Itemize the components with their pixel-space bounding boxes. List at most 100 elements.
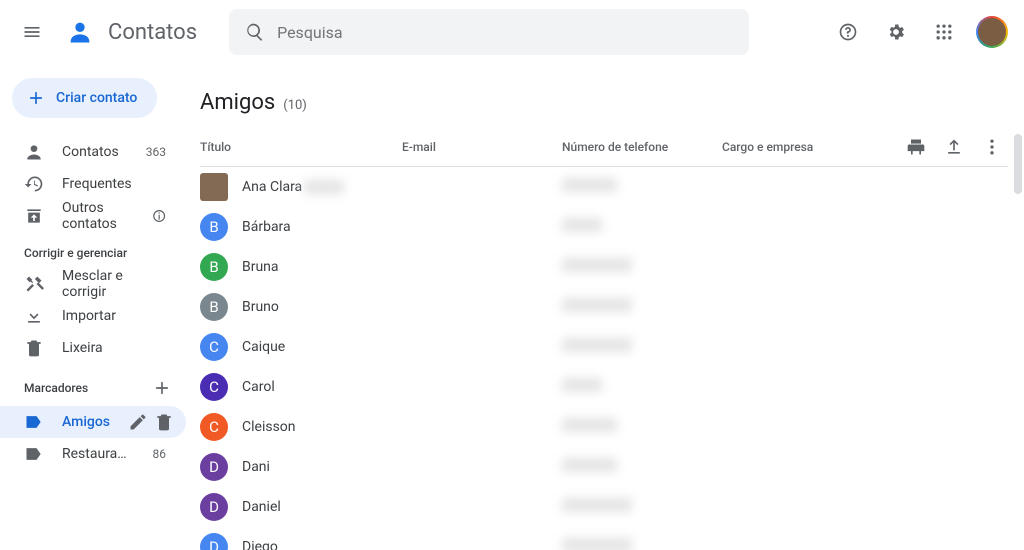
list-title: Amigos (10) — [200, 64, 1008, 127]
search-icon — [245, 22, 265, 42]
contact-row[interactable]: B Bruna — [200, 247, 1008, 287]
app-logo — [60, 12, 100, 52]
contacts-logo-icon — [66, 18, 94, 46]
sidebar-item-other[interactable]: Outros contatos — [0, 200, 186, 232]
contact-row[interactable]: Ana Clara — [200, 167, 1008, 207]
sidebar-item-label: Mesclar e corrigir — [62, 268, 166, 300]
info-icon[interactable] — [152, 206, 166, 226]
list-title-text: Amigos — [200, 90, 275, 115]
sidebar-item-label: Frequentes — [62, 176, 132, 192]
create-contact-button[interactable]: Criar contato — [12, 78, 157, 118]
sidebar-item-trash[interactable]: Lixeira — [0, 332, 186, 364]
contact-list: Ana ClaraBBárbaraBBrunaBBrunoCCaiqueCCar… — [200, 167, 1008, 550]
contact-avatar: C — [200, 333, 228, 361]
sidebar-item-import[interactable]: Importar — [0, 300, 186, 332]
sidebar-label-restored[interactable]: Restaurados a parti... 86 — [0, 438, 186, 470]
more-button[interactable] — [982, 137, 1002, 157]
scrollbar[interactable] — [1014, 134, 1022, 550]
contact-row[interactable]: D Dani — [200, 447, 1008, 487]
contact-row[interactable]: B Bruno — [200, 287, 1008, 327]
sidebar-section-fix: Corrigir e gerenciar — [0, 232, 196, 268]
contact-avatar: D — [200, 533, 228, 550]
redacted-phone — [562, 258, 632, 272]
list-count: (10) — [283, 98, 307, 113]
redacted-phone — [562, 458, 617, 472]
contact-avatar: B — [200, 253, 228, 281]
contact-avatar: B — [200, 213, 228, 241]
contact-row[interactable]: D Daniel — [200, 487, 1008, 527]
sidebar-item-label: Lixeira — [62, 340, 103, 356]
sidebar-item-merge[interactable]: Mesclar e corrigir — [0, 268, 186, 300]
redacted-text — [304, 180, 344, 194]
settings-button[interactable] — [876, 12, 916, 52]
redacted-phone — [562, 418, 617, 432]
archive-icon — [24, 206, 44, 226]
sidebar-label-amigos[interactable]: Amigos — [0, 406, 186, 438]
label-icon — [24, 444, 44, 464]
redacted-phone — [562, 338, 632, 352]
gear-icon — [886, 22, 906, 42]
hamburger-icon — [22, 22, 42, 42]
contact-name: Caique — [242, 339, 285, 355]
col-header-title: Título — [200, 140, 402, 154]
app-header: Contatos — [0, 0, 1024, 64]
contact-row[interactable]: B Bárbara — [200, 207, 1008, 247]
redacted-phone — [562, 498, 632, 512]
delete-label-button[interactable] — [154, 412, 174, 432]
sidebar-item-contacts[interactable]: Contatos 363 — [0, 136, 186, 168]
help-button[interactable] — [828, 12, 868, 52]
sidebar-item-frequent[interactable]: Frequentes — [0, 168, 186, 200]
contact-name: Carol — [242, 379, 275, 395]
contact-name: Ana Clara — [242, 179, 302, 195]
apps-button[interactable] — [924, 12, 964, 52]
col-header-phone: Número de telefone — [562, 140, 722, 154]
avatar-ring — [976, 16, 1008, 48]
search-bar[interactable] — [229, 9, 749, 55]
sidebar-item-label: Outros contatos — [62, 200, 134, 232]
contact-name: Bruno — [242, 299, 279, 315]
trash-icon — [24, 338, 44, 358]
contact-avatar: D — [200, 493, 228, 521]
history-icon — [24, 174, 44, 194]
column-headers: Título E-mail Número de telefone Cargo e… — [200, 127, 1008, 167]
redacted-phone — [562, 178, 617, 192]
search-input[interactable] — [277, 23, 733, 42]
contact-row[interactable]: C Caique — [200, 327, 1008, 367]
contact-name: Daniel — [242, 499, 281, 515]
sidebar-item-label: Amigos — [62, 414, 110, 430]
contact-avatar: D — [200, 453, 228, 481]
sidebar-item-count: 86 — [153, 447, 167, 461]
label-icon — [24, 412, 44, 432]
contact-row[interactable]: CCleisson — [200, 407, 1008, 447]
contact-avatar: C — [200, 413, 228, 441]
contact-avatar — [200, 173, 228, 201]
contact-name: Diego — [242, 539, 278, 550]
main-content: Amigos (10) Título E-mail Número de tele… — [196, 64, 1024, 550]
sidebar-section-title: Marcadores — [24, 381, 88, 395]
col-header-job: Cargo e empresa — [722, 140, 906, 154]
contact-row[interactable]: CCarol — [200, 367, 1008, 407]
sidebar-item-label: Restaurados a parti... — [62, 446, 135, 462]
redacted-phone — [562, 538, 632, 550]
print-button[interactable] — [906, 137, 926, 157]
export-button[interactable] — [944, 137, 964, 157]
add-label-button[interactable] — [152, 378, 172, 398]
person-icon — [24, 142, 44, 162]
contact-name: Bárbara — [242, 219, 291, 235]
col-header-email: E-mail — [402, 140, 562, 154]
sidebar-section-labels: Marcadores — [0, 364, 196, 406]
apps-grid-icon — [934, 22, 954, 42]
edit-label-button[interactable] — [128, 412, 148, 432]
download-icon — [24, 306, 44, 326]
sidebar-item-label: Contatos — [62, 144, 119, 160]
redacted-phone — [562, 218, 602, 232]
main-menu-button[interactable] — [12, 12, 52, 52]
contact-name: Dani — [242, 459, 270, 475]
create-contact-label: Criar contato — [56, 90, 137, 106]
redacted-phone — [562, 298, 632, 312]
contact-avatar: B — [200, 293, 228, 321]
help-icon — [838, 22, 858, 42]
contact-name: Bruna — [242, 259, 279, 275]
contact-row[interactable]: D Diego — [200, 527, 1008, 550]
account-avatar[interactable] — [972, 12, 1012, 52]
